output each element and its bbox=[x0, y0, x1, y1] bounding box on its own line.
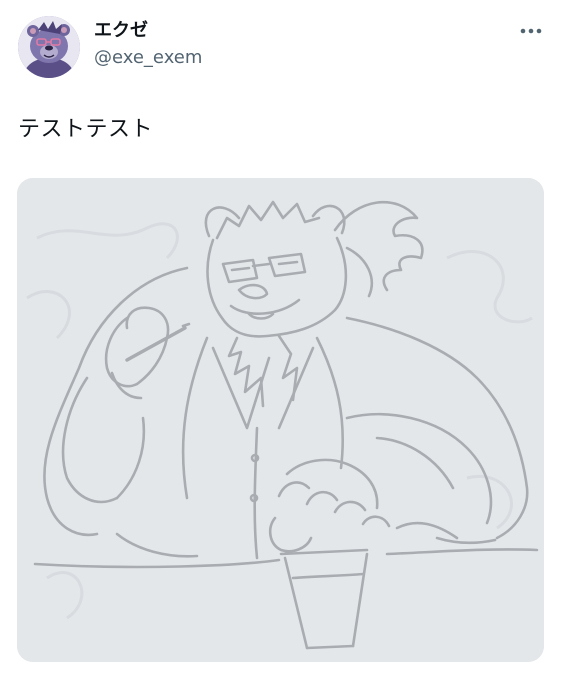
more-horizontal-icon bbox=[520, 28, 542, 34]
author-handle[interactable]: @exe_exem bbox=[94, 46, 202, 70]
bear-avatar-icon bbox=[18, 16, 80, 78]
post-text: テストテスト bbox=[18, 117, 154, 142]
bear-character-sketch bbox=[17, 178, 544, 662]
more-options-button[interactable] bbox=[518, 22, 544, 40]
author-display-name[interactable]: エクゼ bbox=[94, 19, 148, 43]
avatar[interactable] bbox=[18, 16, 80, 78]
tweet-card: エクゼ @exe_exem テストテスト bbox=[0, 0, 562, 680]
post-media-image[interactable] bbox=[17, 178, 544, 662]
